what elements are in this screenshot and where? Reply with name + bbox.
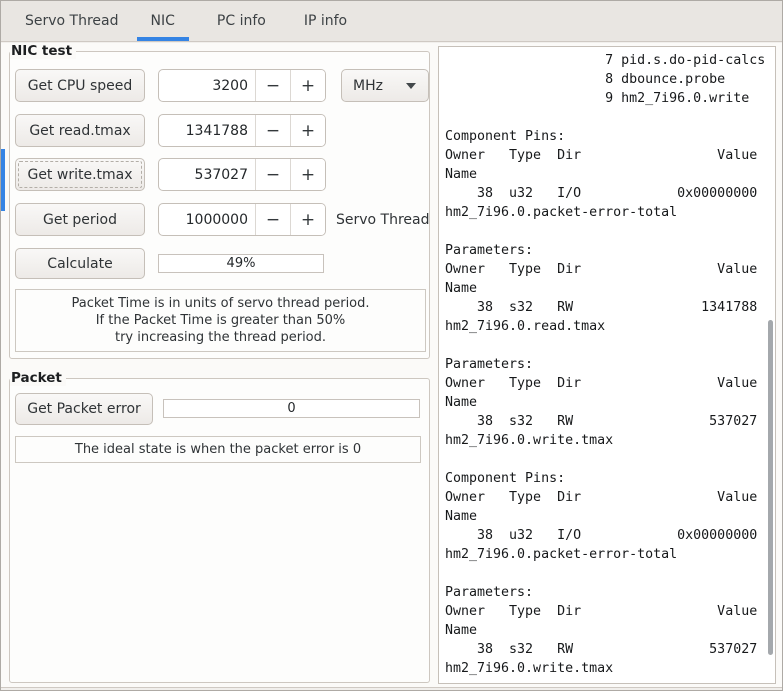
tab-bar: Servo Thread NIC PC info IP info — [1, 1, 782, 42]
tab-pc-info[interactable]: PC info — [201, 1, 282, 41]
packet-time-note: Packet Time is in units of servo thread … — [15, 289, 426, 352]
cpu-speed-input[interactable] — [159, 70, 255, 101]
note-line: try increasing the thread period. — [114, 330, 327, 345]
spin-decrement-button[interactable]: − — [256, 70, 290, 101]
calculate-button[interactable]: Calculate — [15, 248, 145, 279]
tab-ip-info[interactable]: IP info — [288, 1, 363, 41]
get-write-tmax-button[interactable]: Get write.tmax — [15, 158, 145, 191]
tab-label: IP info — [303, 13, 348, 29]
tab-label: PC info — [216, 13, 266, 29]
packet-time-field[interactable] — [158, 254, 324, 273]
servo-thread-label: Servo Thread — [336, 211, 430, 228]
spin-increment-button[interactable]: + — [291, 70, 325, 101]
packet-error-field[interactable] — [163, 399, 420, 418]
get-packet-error-button[interactable]: Get Packet error — [15, 393, 153, 425]
note-line: Packet Time is in units of servo thread … — [71, 296, 370, 311]
plus-icon: + — [300, 120, 316, 141]
period-input[interactable] — [159, 204, 255, 235]
write-tmax-spinbox: − + — [158, 158, 326, 191]
cpu-speed-spinbox: − + — [158, 69, 326, 102]
packet-frame-label: Packet — [10, 371, 66, 386]
get-read-tmax-button[interactable]: Get read.tmax — [15, 114, 145, 147]
app-window: Servo Thread NIC PC info IP info NIC tes… — [0, 0, 783, 691]
left-edge-scroll-indicator[interactable] — [1, 149, 5, 211]
tab-servo-thread[interactable]: Servo Thread — [9, 1, 135, 41]
read-tmax-spinbox: − + — [158, 114, 326, 147]
scrollbar-thumb[interactable] — [768, 320, 773, 655]
minus-icon: − — [265, 164, 281, 185]
unit-dropdown[interactable]: MHz — [341, 69, 429, 102]
note-line: If the Packet Time is greater than 50% — [95, 313, 346, 328]
tab-nic[interactable]: NIC — [135, 1, 191, 41]
spin-increment-button[interactable]: + — [291, 204, 325, 235]
chevron-down-icon — [406, 82, 416, 89]
spin-increment-button[interactable]: + — [291, 159, 325, 190]
plus-icon: + — [300, 209, 316, 230]
hal-output-text: 7 pid.s.do-pid-calcs 8 dbounce.probe 9 h… — [445, 53, 766, 676]
tab-label: NIC — [150, 13, 175, 29]
minus-icon: − — [265, 120, 281, 141]
nic-test-frame-label: NIC test — [10, 44, 77, 59]
plus-icon: + — [300, 164, 316, 185]
unit-dropdown-value: MHz — [353, 77, 383, 94]
get-period-button[interactable]: Get period — [15, 203, 145, 236]
write-tmax-input[interactable] — [159, 159, 255, 190]
packet-error-note: The ideal state is when the packet error… — [15, 436, 421, 463]
minus-icon: − — [265, 75, 281, 96]
period-spinbox: − + — [158, 203, 326, 236]
spin-decrement-button[interactable]: − — [256, 204, 290, 235]
hal-output-textview[interactable]: 7 pid.s.do-pid-calcs 8 dbounce.probe 9 h… — [438, 46, 776, 684]
plus-icon: + — [300, 75, 316, 96]
spin-increment-button[interactable]: + — [291, 115, 325, 146]
spin-decrement-button[interactable]: − — [256, 159, 290, 190]
note-line: The ideal state is when the packet error… — [74, 442, 362, 457]
read-tmax-input[interactable] — [159, 115, 255, 146]
spin-decrement-button[interactable]: − — [256, 115, 290, 146]
tab-label: Servo Thread — [25, 13, 119, 29]
minus-icon: − — [265, 209, 281, 230]
get-cpu-speed-button[interactable]: Get CPU speed — [15, 69, 145, 102]
